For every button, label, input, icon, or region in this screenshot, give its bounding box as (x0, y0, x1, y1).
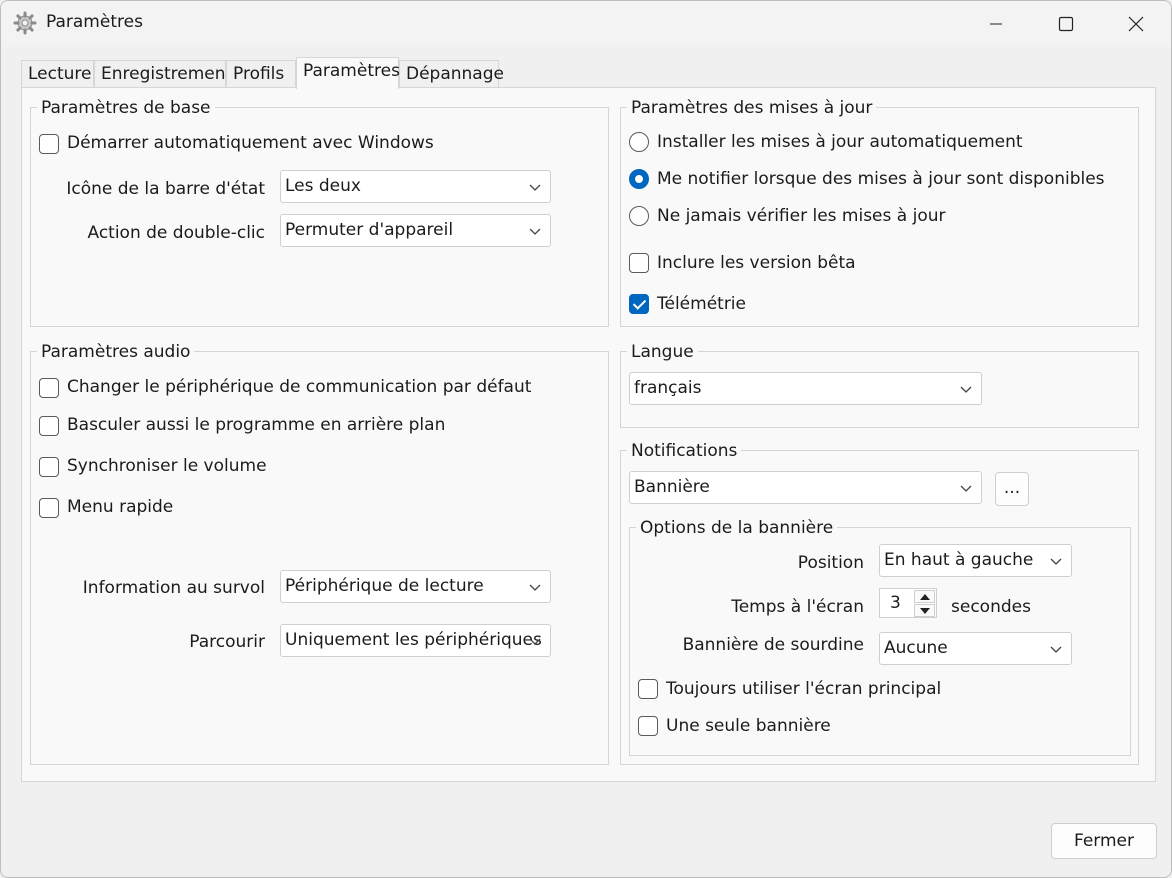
title-bar[interactable]: Paramètres (1, 1, 1171, 47)
tab-parametres[interactable]: Paramètres (296, 57, 400, 89)
combo-value: En haut à gauche (884, 550, 1034, 570)
notification-type-combo[interactable]: Bannière (629, 471, 982, 504)
close-button[interactable]: Fermer (1051, 823, 1157, 859)
maximize-button[interactable] (1031, 1, 1101, 47)
combo-value: Périphérique de lecture (285, 576, 484, 596)
group-title: Langue (627, 342, 698, 362)
notifications-group: Notifications Bannière ... Options de la… (620, 441, 1139, 765)
checkbox-label: Changer le périphérique de communication… (67, 377, 532, 397)
arrow-up-icon (920, 594, 930, 600)
autostart-label: Démarrer automatiquement avec Windows (67, 133, 434, 153)
beta-checkbox[interactable] (629, 253, 649, 273)
browse-label: Parcourir (189, 632, 265, 652)
chevron-down-icon (1050, 558, 1062, 565)
background-switch-checkbox[interactable] (39, 416, 59, 436)
autostart-checkbox[interactable] (39, 134, 59, 154)
double-click-combo[interactable]: Permuter d'appareil (280, 214, 551, 247)
primary-screen-checkbox[interactable] (638, 679, 658, 699)
position-combo[interactable]: En haut à gauche (879, 544, 1072, 577)
chevron-down-icon (529, 228, 541, 235)
notification-more-button[interactable]: ... (995, 472, 1029, 506)
language-combo[interactable]: français (629, 372, 982, 405)
close-icon (1128, 16, 1144, 32)
beta-label: Inclure les version bêta (657, 253, 856, 273)
tab-depannage[interactable]: Dépannage (399, 60, 504, 89)
tab-lecture[interactable]: Lecture (21, 60, 94, 89)
telemetry-label: Télémétrie (657, 294, 746, 314)
group-title: Notifications (627, 441, 742, 461)
radio-label: Me notifier lorsque des mises à jour son… (657, 169, 1105, 189)
minimize-icon (990, 23, 1002, 25)
tab-profils[interactable]: Profils (226, 60, 296, 89)
combo-value: français (634, 378, 702, 398)
stepper-up-button[interactable] (914, 590, 935, 603)
minimize-button[interactable] (961, 1, 1031, 47)
checkbox-label: Menu rapide (67, 497, 174, 517)
checkbox-label: Synchroniser le volume (67, 456, 267, 476)
banner-options-group: Options de la bannière Position En haut … (629, 518, 1131, 756)
single-banner-checkbox[interactable] (638, 716, 658, 736)
chevron-down-icon (529, 184, 541, 191)
sync-volume-checkbox[interactable] (39, 457, 59, 477)
tab-page: Paramètres de base Démarrer automatiquem… (21, 87, 1156, 782)
screen-time-stepper[interactable]: 3 (879, 588, 937, 618)
chevron-down-icon (960, 386, 972, 393)
chevron-down-icon (1050, 646, 1062, 653)
chevron-down-icon (960, 485, 972, 492)
update-settings-group: Paramètres des mises à jour Installer le… (620, 98, 1139, 327)
chevron-down-icon (529, 638, 541, 645)
combo-value: Aucune (884, 638, 948, 658)
combo-value: Les deux (285, 176, 361, 196)
stepper-value: 3 (890, 593, 901, 613)
maximize-icon (1058, 16, 1074, 32)
radio-label: Installer les mises à jour automatiqueme… (657, 132, 1023, 152)
group-title: Paramètres des mises à jour (627, 98, 877, 118)
stepper-down-button[interactable] (914, 604, 935, 617)
arrow-down-icon (920, 608, 930, 614)
language-group: Langue français (620, 342, 1139, 428)
tray-icon-combo[interactable]: Les deux (280, 170, 551, 203)
gear-icon (13, 11, 37, 35)
position-label: Position (797, 553, 864, 573)
audio-settings-group: Paramètres audio Changer le périphérique… (30, 342, 609, 765)
update-notify-radio[interactable] (629, 169, 649, 189)
tab-enregistrement[interactable]: Enregistrement (94, 60, 232, 89)
group-title: Paramètres de base (37, 98, 215, 118)
telemetry-checkbox[interactable] (629, 294, 649, 314)
screen-time-label: Temps à l'écran (731, 597, 864, 617)
group-title: Options de la bannière (636, 518, 838, 538)
double-click-label: Action de double-clic (87, 223, 265, 243)
hover-info-combo[interactable]: Périphérique de lecture (280, 570, 551, 603)
combo-value: Permuter d'appareil (285, 220, 454, 240)
default-comm-device-checkbox[interactable] (39, 378, 59, 398)
checkbox-label: Basculer aussi le programme en arrière p… (67, 415, 446, 435)
browse-combo[interactable]: Uniquement les périphériques (280, 624, 551, 657)
window-title: Paramètres (46, 12, 143, 32)
basic-settings-group: Paramètres de base Démarrer automatiquem… (30, 98, 609, 327)
tray-icon-label: Icône de la barre d'état (66, 179, 265, 199)
combo-value: Uniquement les périphériques (285, 630, 542, 650)
close-window-button[interactable] (1101, 1, 1171, 47)
hover-info-label: Information au survol (82, 578, 265, 598)
update-never-radio[interactable] (629, 206, 649, 226)
chevron-down-icon (529, 584, 541, 591)
combo-value: Bannière (634, 477, 710, 497)
radio-label: Ne jamais vérifier les mises à jour (657, 206, 946, 226)
group-title: Paramètres audio (37, 342, 195, 362)
screen-time-unit: secondes (951, 597, 1031, 617)
primary-screen-label: Toujours utiliser l'écran principal (666, 679, 942, 699)
settings-window: Paramètres Lecture Enregistrement Profil… (0, 0, 1172, 878)
mute-banner-label: Bannière de sourdine (682, 635, 864, 655)
update-auto-radio[interactable] (629, 132, 649, 152)
mute-banner-combo[interactable]: Aucune (879, 632, 1072, 665)
single-banner-label: Une seule bannière (666, 716, 831, 736)
quick-menu-checkbox[interactable] (39, 498, 59, 518)
